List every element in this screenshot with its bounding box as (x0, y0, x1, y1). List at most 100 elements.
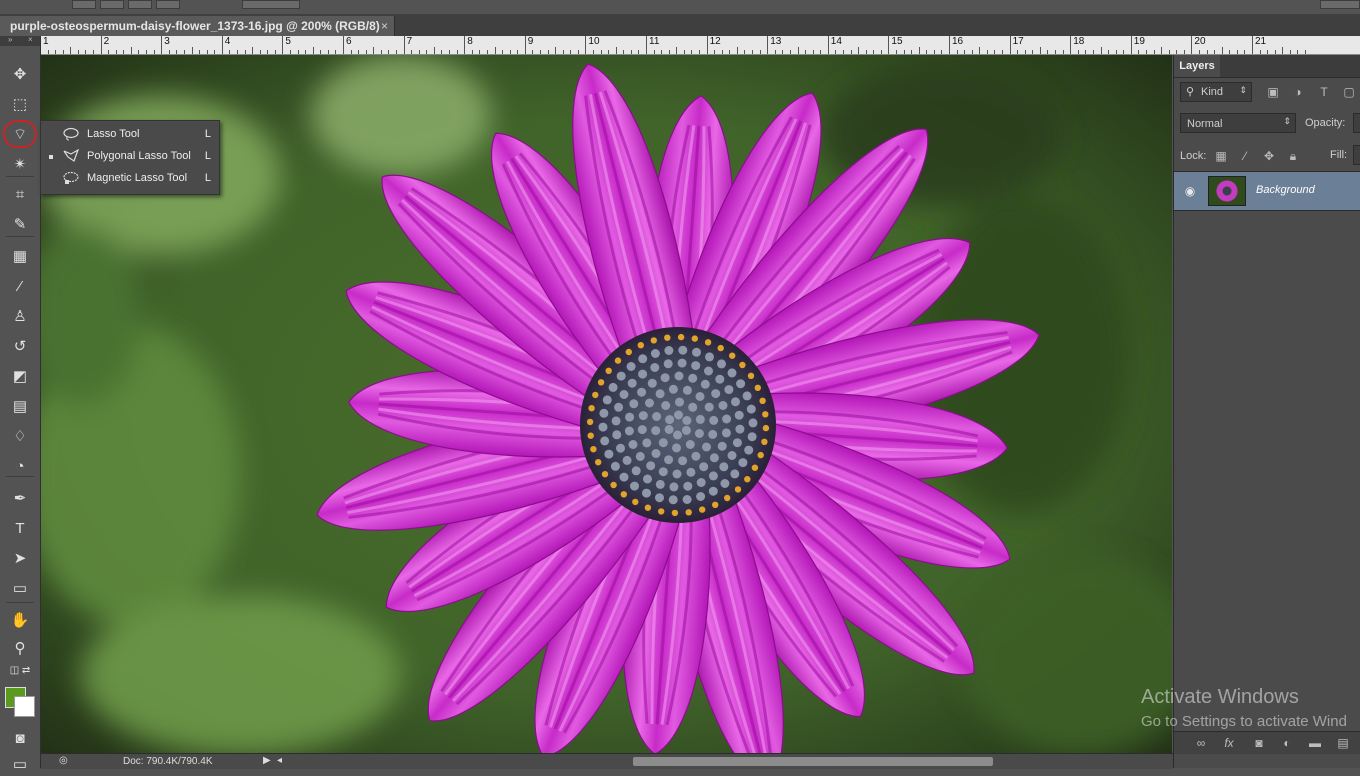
rectangular-marquee-tool-icon[interactable]: ⬚ (5, 92, 35, 116)
crop-tool-icon[interactable]: ⌗ (5, 182, 35, 206)
horizontal-scrollbar-thumb[interactable] (633, 757, 993, 766)
eraser-tool-icon[interactable]: ◩ (5, 364, 35, 388)
lock-transparent-icon[interactable]: ▦ (1214, 149, 1228, 163)
flower-center-floret (762, 424, 770, 432)
rectangle-shape-tool-icon[interactable]: ▭ (5, 576, 35, 600)
brush-tool-icon[interactable]: ⁄ (5, 274, 35, 298)
type-filter-icon[interactable]: T (1317, 85, 1331, 99)
layer-row-background[interactable]: ◉ Background (1174, 171, 1360, 211)
flower-center-floret (712, 501, 719, 508)
ruler-tick (403, 36, 405, 54)
layer-style-icon[interactable]: fx (1222, 736, 1236, 750)
close-panel-icon[interactable]: × (28, 35, 33, 44)
flower-center-floret (717, 359, 726, 369)
layer-mask-icon[interactable]: ◙ (1252, 736, 1266, 750)
blend-mode-select[interactable]: Normal ⇕ (1180, 113, 1296, 133)
screen-mode-icon[interactable]: ▭ (5, 752, 35, 776)
dodge-tool-icon[interactable]: ◔ (5, 454, 35, 478)
clone-stamp-tool-icon[interactable]: ♙ (5, 304, 35, 328)
quick-mask-icon[interactable]: ◙ (5, 726, 35, 750)
flower-center-floret (637, 425, 647, 435)
option-chip[interactable] (100, 0, 124, 9)
collapse-icon[interactable]: » (8, 35, 12, 44)
new-layer-icon[interactable]: ▤ (1336, 736, 1350, 750)
flower-center-floret (674, 371, 684, 381)
tool-separator (6, 236, 34, 237)
layer-name[interactable]: Background (1256, 184, 1315, 196)
status-menu-arrow-icon[interactable]: ▶ (263, 755, 271, 766)
eyedropper-tool-icon[interactable]: ✎ (5, 212, 35, 236)
move-tool-icon[interactable]: ✥ (5, 62, 35, 86)
active-indicator (49, 155, 53, 159)
spot-healing-tool-icon[interactable]: ▦ (5, 244, 35, 268)
option-chip[interactable] (156, 0, 180, 9)
ruler-tick (729, 50, 731, 54)
lock-all-icon[interactable]: 🔒︎ (1286, 149, 1300, 163)
default-colors-icon[interactable]: ◫ ⇄ (5, 662, 35, 678)
zoom-tool-icon[interactable]: ⚲ (5, 636, 35, 660)
ruler-tick (297, 50, 299, 54)
fill-input[interactable] (1353, 145, 1360, 165)
option-chip[interactable] (1320, 0, 1360, 9)
shape-filter-icon[interactable]: ▢ (1342, 85, 1356, 99)
ruler-tick (55, 50, 57, 54)
adjustment-layer-icon[interactable]: ◐ (1280, 736, 1294, 750)
opacity-input[interactable] (1353, 113, 1360, 133)
ruler-tick (691, 50, 693, 54)
eye-visibility-icon[interactable]: ◉ (1183, 184, 1197, 198)
flyout-item-polygonal-lasso[interactable]: Polygonal Lasso Tool L (41, 146, 219, 168)
flower-center-floret (647, 378, 657, 388)
polygonal-lasso-tool-icon[interactable]: ⌔ (3, 120, 37, 148)
link-layers-icon[interactable]: ∞ (1194, 736, 1208, 750)
flower-center-floret (638, 369, 648, 379)
hand-tool-icon[interactable]: ✋ (5, 608, 35, 632)
flower-center-floret (671, 509, 679, 517)
scroll-left-icon[interactable]: ◂ (277, 755, 282, 766)
option-chip[interactable] (242, 0, 300, 9)
type-tool-icon[interactable]: T (5, 516, 35, 540)
document-tab[interactable]: purple-osteospermum-daisy-flower_1373-16… (0, 16, 395, 36)
ruler-tick (986, 50, 988, 54)
close-tab-icon[interactable]: × (381, 19, 388, 33)
zoom-indicator-icon[interactable]: ◎ (59, 755, 68, 766)
lock-image-icon[interactable]: ⁄ (1238, 149, 1252, 163)
pixel-filter-icon[interactable]: ▣ (1266, 85, 1280, 99)
ruler-tick (1115, 50, 1117, 54)
adjustment-filter-icon[interactable]: ◑ (1291, 85, 1305, 99)
ruler-tick (388, 50, 390, 54)
option-chip[interactable] (128, 0, 152, 9)
lock-position-icon[interactable]: ✥ (1262, 149, 1276, 163)
path-selection-tool-icon[interactable]: ➤ (5, 546, 35, 570)
panel-tab-row: Layers (1174, 55, 1360, 78)
ruler-tick (1017, 50, 1019, 54)
flower-center-floret (691, 335, 698, 342)
ruler-tick (335, 50, 337, 54)
ruler-tick (1282, 47, 1284, 54)
ruler-tick (191, 47, 193, 54)
ruler-tick (47, 50, 49, 54)
ruler-tick (555, 47, 557, 54)
flyout-item-magnetic-lasso[interactable]: Magnetic Lasso Tool L (41, 168, 219, 190)
flower-center-floret (614, 402, 624, 412)
magic-wand-tool-icon[interactable]: ✴ (5, 152, 35, 176)
flyout-item-label: Magnetic Lasso Tool (87, 172, 188, 184)
flower-center-floret (731, 397, 740, 407)
ruler-tick (1047, 50, 1049, 54)
flyout-item-lasso[interactable]: Lasso Tool L (41, 124, 219, 146)
ruler-tick (1198, 50, 1200, 54)
option-chip[interactable] (72, 0, 96, 9)
filter-kind-select[interactable]: ⚲ Kind ⇕ (1180, 82, 1252, 102)
flower-center-floret (669, 482, 679, 492)
ruler-tick (1297, 50, 1299, 54)
layers-tab[interactable]: Layers (1174, 55, 1220, 77)
history-brush-tool-icon[interactable]: ↺ (5, 334, 35, 358)
ruler-tick (221, 36, 223, 54)
tool-separator (6, 602, 34, 603)
new-group-icon[interactable]: ▬ (1308, 736, 1322, 750)
ruler-tick (1123, 50, 1125, 54)
pen-tool-icon[interactable]: ✒ (5, 486, 35, 510)
gradient-tool-icon[interactable]: ▤ (5, 394, 35, 418)
blur-tool-icon[interactable]: ♢ (5, 424, 35, 448)
flower-center-floret (700, 379, 710, 389)
background-color-swatch[interactable] (14, 696, 35, 717)
